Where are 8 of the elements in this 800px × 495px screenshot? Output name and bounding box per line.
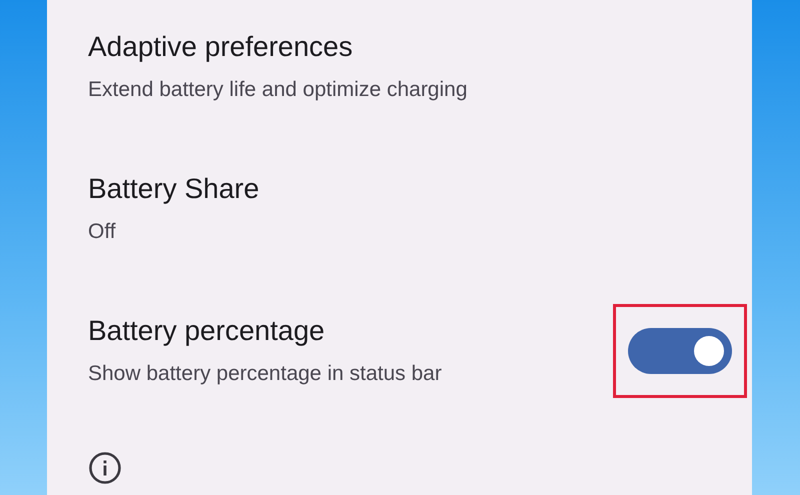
setting-title: Battery Share: [88, 172, 260, 206]
setting-summary: Show battery percentage in status bar: [88, 361, 443, 387]
setting-title: Adaptive preferences: [88, 30, 354, 64]
toggle-switch[interactable]: [628, 328, 732, 374]
info-icon: [88, 451, 122, 485]
setting-summary: Off: [88, 219, 117, 245]
setting-summary: Extend battery life and optimize charging: [88, 77, 468, 103]
setting-title: Battery percentage: [88, 314, 326, 348]
